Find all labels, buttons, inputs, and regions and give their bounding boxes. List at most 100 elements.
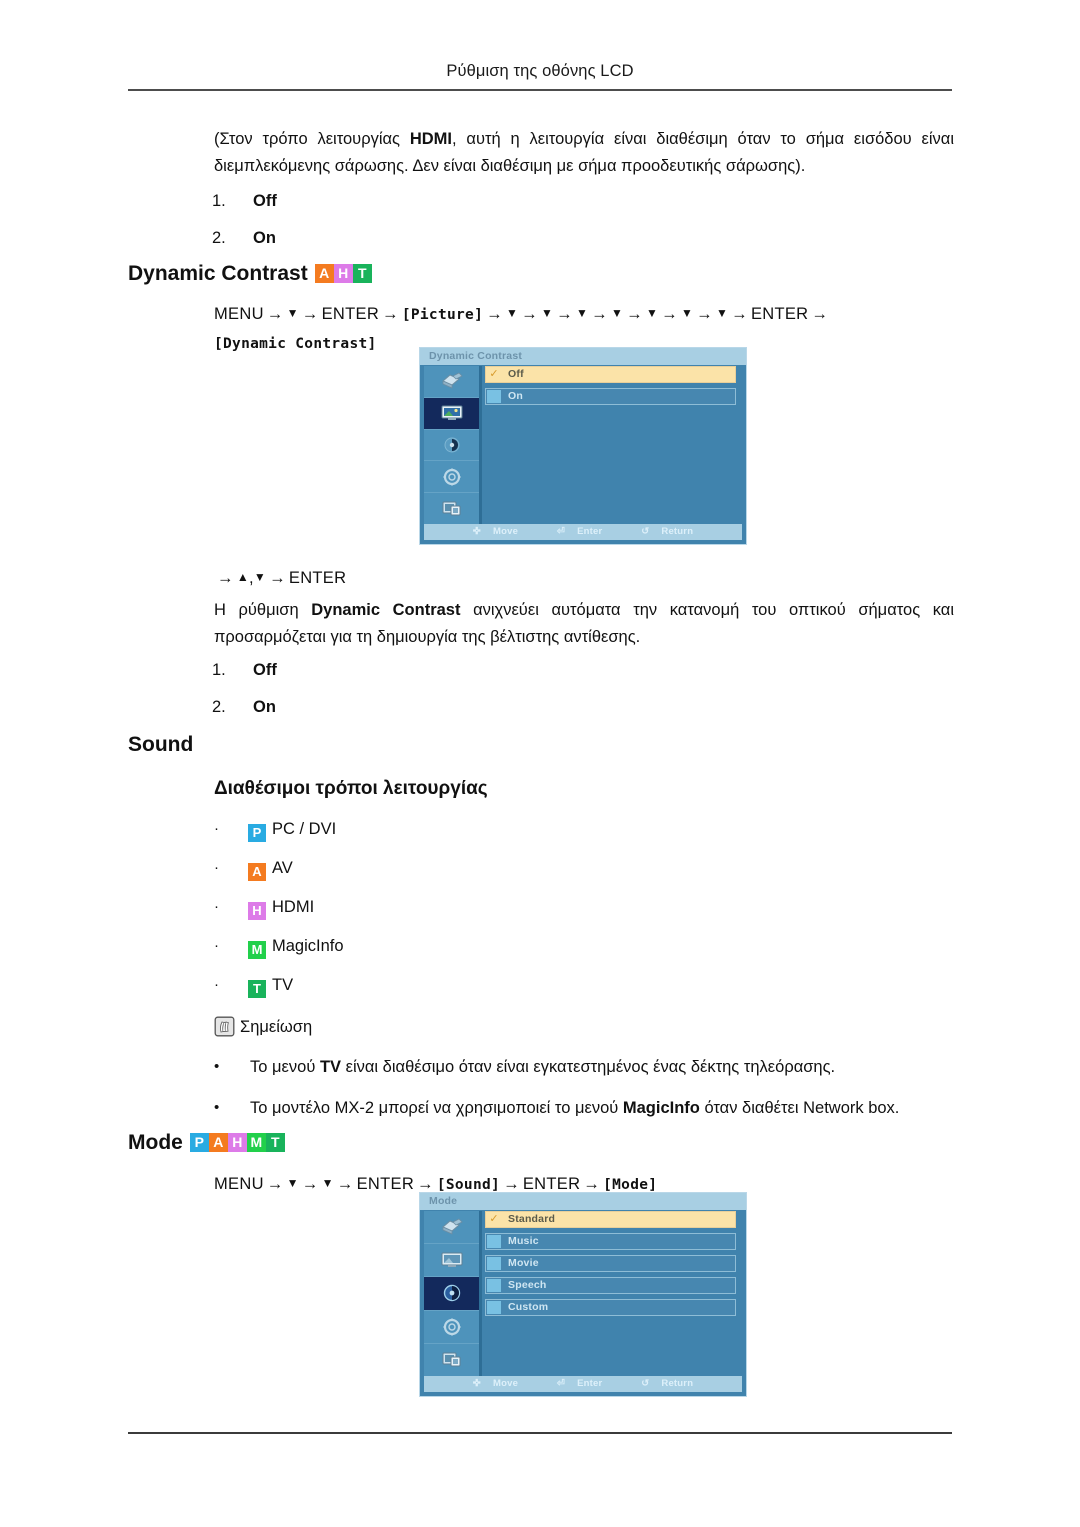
arrow-right-icon: → (269, 569, 286, 587)
arrow-right-icon: → (583, 1175, 601, 1193)
mode-entry: M MagicInfo (214, 935, 344, 959)
note-header: Σημείωση (214, 1016, 312, 1037)
osd-footer-enter: ⏎ Enter (556, 526, 603, 537)
osd-sidebar-setup-icon[interactable] (424, 461, 479, 494)
mode-label: AV (272, 859, 293, 877)
badge-hdmi-icon: H (248, 902, 266, 920)
arrow-up-icon: ▲ (236, 570, 249, 584)
badge-av-icon: A (248, 863, 266, 881)
arrow-down-icon: ▼ (680, 306, 694, 320)
osd-sidebar-input-icon[interactable] (424, 1211, 479, 1245)
mode-entry: A AV (214, 857, 344, 881)
list-index: 2. (212, 698, 226, 716)
osd-item-label: Speech (508, 1279, 547, 1291)
bullet-icon: · (214, 898, 219, 915)
note-text: Το μενού TV είναι διαθέσιμο όταν είναι ε… (214, 1056, 974, 1078)
note-bullet-list: • Το μενού TV είναι διαθέσιμο όταν είναι… (214, 1056, 974, 1138)
osd-sidebar-setup-icon[interactable] (424, 1311, 479, 1344)
description-bold: Dynamic Contrast (311, 601, 461, 619)
osd-sidebar (424, 366, 482, 525)
arrow-right-icon: → (626, 305, 643, 323)
bullet-icon: · (214, 976, 219, 993)
arrow-right-icon: → (696, 305, 713, 323)
osd-sidebar-multicontrol-icon[interactable] (424, 493, 479, 525)
osd-list-item-custom[interactable]: Custom (485, 1299, 736, 1316)
osd-item-label: Off (508, 368, 524, 380)
osd-footer-return: ↺ Return (641, 526, 694, 537)
osd-sidebar-picture-icon[interactable] (424, 397, 479, 430)
intro-paragraph-pre: (Στον τρόπο λειτουργίας (214, 130, 410, 148)
arrow-down-icon: ▼ (505, 306, 519, 320)
arrow-down-icon: ▼ (253, 570, 267, 584)
osd-list-item-music[interactable]: Music (485, 1233, 736, 1250)
list-item: · H HDMI (214, 896, 344, 935)
note-text-bold: TV (319, 1058, 342, 1076)
osd-chip-icon (487, 1279, 501, 1292)
intro-paragraph-bold: HDMI (409, 130, 453, 148)
osd-sidebar-input-icon[interactable] (424, 366, 479, 398)
arrow-down-icon: ▼ (575, 306, 589, 320)
osd-item-label: Movie (508, 1257, 539, 1269)
osd-check-icon: ✓ (489, 368, 499, 380)
osd-list-item-on[interactable]: On (485, 388, 736, 405)
osd-screenshot-mode: Mode ✓ Standard Music Movie Speech Custo… (419, 1192, 747, 1397)
osd-footer-enter: ⏎ Enter (556, 1378, 603, 1389)
target-token: [Mode] (603, 1177, 658, 1193)
enter-token: ENTER (321, 305, 380, 323)
osd-item-label: On (508, 390, 523, 402)
available-modes-list: · P PC / DVI · A AV · H HDMI · M MagicInfo ·… (214, 818, 344, 1013)
badge-tv-icon: T (265, 1133, 285, 1152)
heading-mode: Mode P A H M T (128, 1131, 285, 1155)
mode-entry: P PC / DVI (214, 818, 344, 842)
menu-token: MENU (214, 1175, 264, 1193)
arrow-right-icon: → (811, 305, 829, 323)
list-index: 1. (212, 661, 226, 679)
heading-sound: Sound (128, 733, 194, 756)
note-text-pre: Το μενού (250, 1058, 320, 1076)
note-text-bold: MagicInfo (622, 1099, 700, 1117)
arrow-right-icon: → (521, 305, 538, 323)
osd-sidebar-multicontrol-icon[interactable] (424, 1344, 479, 1377)
sound-speaker-icon (443, 1285, 460, 1302)
arrow-right-icon: → (266, 305, 284, 323)
enter-token: ENTER (522, 1175, 581, 1193)
setup-gear-icon (443, 1318, 460, 1336)
picture-monitor-icon (441, 405, 462, 421)
osd-screenshot-dynamic-contrast: Dynamic Contrast ✓ Off On ✜ Move ⏎ Enter… (419, 347, 747, 545)
osd-footer: ✜ Move ⏎ Enter ↺ Return (424, 1376, 742, 1392)
badge-hdmi-icon: H (333, 264, 353, 283)
menu-path-enter-line: → ▲,▼ → ENTER (214, 563, 346, 592)
osd-list-item-speech[interactable]: Speech (485, 1277, 736, 1294)
sound-speaker-icon (444, 437, 459, 453)
target-token: [Dynamic Contrast] (214, 336, 377, 352)
arrow-right-icon: → (731, 305, 748, 323)
osd-sidebar-picture-icon[interactable] (424, 1244, 479, 1278)
list-index: 1. (212, 192, 226, 210)
bullet-icon: · (214, 859, 219, 876)
bullet-icon: · (214, 937, 219, 954)
heading-mode-label: Mode (128, 1131, 183, 1154)
osd-list-item-standard[interactable]: ✓ Standard (485, 1211, 736, 1228)
arrow-down-icon: ▼ (715, 306, 729, 320)
header-divider (128, 89, 952, 91)
return-icon: ↺ (641, 526, 650, 537)
osd-chip-icon (487, 390, 501, 403)
osd-list-item-off[interactable]: ✓ Off (485, 366, 736, 383)
osd-chip-icon (487, 1235, 501, 1248)
badge-magicinfo-icon: M (246, 1133, 266, 1152)
setup-gear-icon (443, 468, 460, 486)
list-value: On (253, 698, 276, 716)
osd-list-item-movie[interactable]: Movie (485, 1255, 736, 1272)
badge-tv-icon: T (352, 264, 372, 283)
picture-token: [Picture] (401, 307, 484, 323)
input-plug-icon (441, 372, 463, 390)
osd-sidebar-sound-icon[interactable] (424, 430, 479, 462)
move-icon: ✜ (472, 526, 481, 537)
arrow-right-icon: → (336, 1175, 354, 1193)
arrow-right-icon: → (217, 569, 234, 587)
badge-pc-icon: P (248, 824, 266, 842)
arrow-right-icon: → (503, 1175, 520, 1193)
osd-sidebar-sound-icon[interactable] (424, 1277, 479, 1311)
dynamic-contrast-description: Η ρύθμιση Dynamic Contrast ανιχνεύει αυτ… (214, 597, 954, 651)
arrow-right-icon: → (382, 305, 399, 323)
